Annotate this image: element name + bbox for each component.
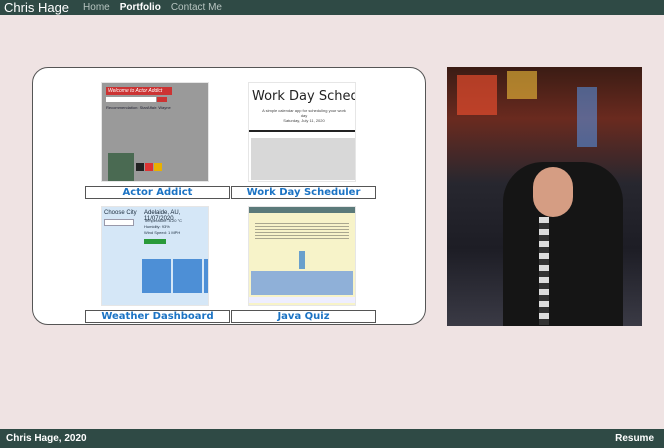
project-link-work-day-scheduler[interactable]: Work Day Scheduler [231, 186, 376, 199]
project-thumbnail-weather-dashboard[interactable]: Choose City Adelaide, AU, 11/07/2020 Tem… [101, 206, 209, 306]
thumb-search-button [157, 97, 167, 102]
time-block [251, 138, 355, 180]
thumb-text: Recommendation: StarAffair: Wayne [106, 105, 171, 110]
forecast-card [204, 259, 208, 293]
thumb-date: Saturday, July 11, 2020 [283, 118, 325, 123]
project-thumbnail-java-quiz[interactable] [248, 206, 356, 306]
thumb-humidity: Humidity: 93% [144, 224, 170, 229]
background-light [577, 87, 597, 147]
quiz-bar [299, 251, 305, 269]
person-scarf [539, 217, 549, 325]
nav-link-portfolio[interactable]: Portfolio [120, 0, 161, 15]
thumb-top-bar [249, 207, 355, 213]
forecast-card [173, 259, 202, 293]
navbar: Chris Hage Home Portfolio Contact Me [0, 0, 664, 15]
project-link-actor-addict[interactable]: Actor Addict [85, 186, 230, 199]
score-panel [251, 271, 353, 295]
thumb-subtitle: A simple calendar app for scheduling you… [259, 108, 349, 123]
thumb-search-input [106, 97, 156, 102]
thumb-bottom-bar [249, 297, 355, 303]
thumb-temperature: Temperature: 8.20 °C [144, 218, 183, 223]
forecast-card [142, 259, 171, 293]
thumb-weather-info: Temperature: 8.20 °C Humidity: 93% Wind … [144, 218, 182, 236]
project-link-weather-dashboard[interactable]: Weather Dashboard [85, 310, 230, 323]
footer-copyright: Chris Hage, 2020 [6, 433, 87, 444]
background-light [457, 75, 497, 115]
person-face [533, 167, 573, 217]
portfolio-grid: Welcome to Actor Addict Recommendation: … [32, 67, 426, 325]
uv-index-badge [144, 239, 166, 244]
logo-icon [136, 163, 144, 171]
project-thumbnail-actor-addict[interactable]: Welcome to Actor Addict Recommendation: … [101, 82, 209, 182]
thumb-wind: Wind Speed: 1 MPH [144, 230, 181, 235]
thumb-header: Welcome to Actor Addict [106, 87, 172, 95]
logo-icon [145, 163, 153, 171]
project-link-java-quiz[interactable]: Java Quiz [231, 310, 376, 323]
divider [249, 130, 355, 132]
quiz-text-lines [255, 221, 349, 241]
thumb-search-label: Choose City [104, 210, 137, 216]
background-light [507, 71, 537, 99]
resume-link[interactable]: Resume [615, 433, 654, 444]
movie-poster-image [108, 153, 134, 181]
thumb-subtitle-text: A simple calendar app for scheduling you… [262, 108, 346, 118]
footer: Chris Hage, 2020 Resume [0, 429, 664, 448]
thumb-search-input [104, 219, 134, 226]
profile-photo [447, 67, 642, 326]
thumb-title: Work Day Scheduler [252, 89, 355, 104]
logo-icon [154, 163, 162, 171]
nav-link-home[interactable]: Home [83, 0, 110, 15]
brand-name[interactable]: Chris Hage [4, 0, 69, 15]
nav-link-contact[interactable]: Contact Me [171, 0, 222, 15]
project-thumbnail-work-day-scheduler[interactable]: Work Day Scheduler A simple calendar app… [248, 82, 356, 182]
